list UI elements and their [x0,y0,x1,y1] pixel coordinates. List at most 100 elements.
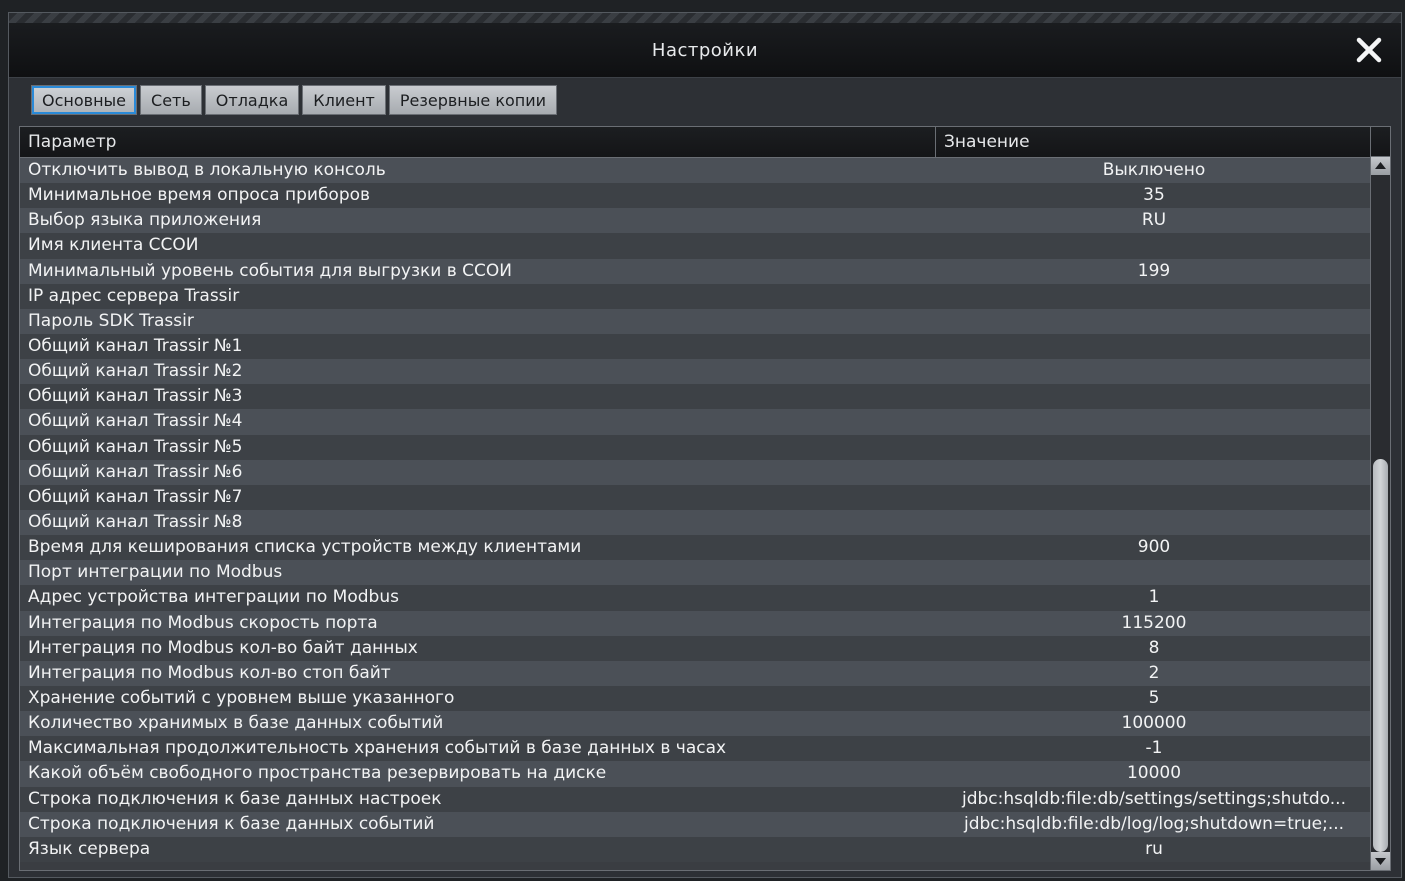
table-row[interactable]: IP адрес сервера Trassir [20,283,1372,309]
value-cell[interactable] [936,384,1372,409]
tab-2[interactable]: Отладка [204,85,300,115]
table-row[interactable]: Общий канал Trassir №4 [20,409,1372,435]
param-cell: Количество хранимых в базе данных событи… [28,713,444,734]
table-row[interactable]: Строка подключения к базе данных событий… [20,811,1372,837]
param-cell: Хранение событий с уровнем выше указанно… [28,687,455,708]
param-cell: Строка подключения к базе данных событий [28,813,435,834]
value-cell[interactable]: RU [936,208,1372,233]
tab-3[interactable]: Клиент [302,85,386,115]
table-row[interactable]: Время для кеширования списка устройств м… [20,535,1372,561]
param-cell: Минимальное время опроса приборов [28,185,371,206]
table-row[interactable]: Интеграция по Modbus кол-во байт данных 8 [20,635,1372,661]
param-cell: Какой объём свободного пространства резе… [28,763,607,784]
table-row[interactable]: Общий канал Trassir №2 [20,359,1372,385]
table-row[interactable]: Общий канал Trassir №6 [20,459,1372,485]
table-row[interactable]: Пароль SDK Trassir [20,308,1372,334]
value-cell[interactable]: 5 [936,686,1372,711]
close-icon[interactable] [1351,32,1387,68]
table-row[interactable]: Выбор языка приложения RU [20,208,1372,234]
table-row[interactable]: Какой объём свободного пространства резе… [20,761,1372,787]
value-cell[interactable] [936,510,1372,535]
arrow-up-icon[interactable] [1371,157,1390,175]
table-row[interactable]: Минимальное время опроса приборов 35 [20,183,1372,209]
table-header: Параметр Значение [20,127,1372,158]
table-row[interactable]: Порт интеграции по Modbus [20,560,1372,586]
table-row[interactable]: Минимальный уровень события для выгрузки… [20,258,1372,284]
value-cell[interactable]: 2 [936,661,1372,686]
table-row[interactable]: Общий канал Trassir №5 [20,434,1372,460]
value-cell[interactable]: Выключено [936,158,1372,183]
table-row[interactable]: Адрес устройства интеграции по Modbus 1 [20,585,1372,611]
table-body: Отключить вывод в локальную консоль Выклю… [20,158,1372,870]
value-cell[interactable]: -1 [936,736,1372,761]
param-cell: Интеграция по Modbus кол-во стоп байт [28,662,391,683]
param-cell: Общий канал Trassir №7 [28,486,243,507]
value-cell[interactable]: 100000 [936,711,1372,736]
table-row[interactable]: Общий канал Trassir №8 [20,509,1372,536]
value-cell[interactable]: 10000 [936,761,1372,786]
param-cell: Порт интеграции по Modbus [28,562,283,583]
value-cell[interactable] [936,409,1372,434]
tab-4[interactable]: Резервные копии [388,85,558,115]
value-cell[interactable] [936,284,1372,309]
value-cell[interactable] [936,435,1372,460]
param-cell: Адрес устройства интеграции по Modbus [28,587,399,608]
settings-table: Параметр Значение Отключить вывод в лока… [19,126,1391,871]
value-cell[interactable] [936,560,1372,585]
table-row[interactable]: Интеграция по Modbus кол-во стоп байт 2 [20,660,1372,686]
value-cell[interactable]: jdbc:hsqldb:file:db/settings/settings;sh… [936,787,1372,812]
param-cell: Общий канал Trassir №6 [28,461,243,482]
value-cell[interactable]: 199 [936,259,1372,284]
param-cell: Общий канал Trassir №1 [28,335,243,356]
scrollbar-track[interactable] [1371,175,1390,852]
value-cell[interactable]: 1 [936,585,1372,610]
param-cell: Интеграция по Modbus скорость порта [28,612,378,633]
value-cell[interactable]: 35 [936,183,1372,208]
param-cell: Отключить вывод в локальную консоль [28,160,386,180]
table-row[interactable]: Строка подключения к базе данных настрое… [20,786,1372,812]
value-cell[interactable] [936,233,1372,258]
vertical-scrollbar[interactable] [1370,157,1390,870]
param-cell: Общий канал Trassir №2 [28,361,243,382]
tab-0[interactable]: Основные [31,85,138,115]
value-cell[interactable]: 115200 [936,611,1372,636]
param-cell: Интеграция по Modbus кол-во байт данных [28,637,418,658]
table-row[interactable]: Общий канал Trassir №3 [20,384,1372,410]
column-header-value[interactable]: Значение [936,127,1372,157]
param-cell: Язык сервера [28,838,151,859]
table-row[interactable]: Имя клиента ССОИ [20,233,1372,259]
arrow-down-icon[interactable] [1371,852,1390,870]
value-cell[interactable]: 8 [936,636,1372,661]
title-bar: Настройки [9,23,1401,78]
param-cell: Общий канал Trassir №5 [28,436,243,457]
table-row[interactable]: Язык сервера ru [20,836,1372,862]
tab-bar: Основные Сеть Отладка Клиент Резервные копии [31,83,558,117]
header-corner [1370,127,1390,157]
table-row[interactable]: Общий канал Trassir №7 [20,484,1372,510]
param-cell: Минимальный уровень события для выгрузки… [28,260,512,281]
value-cell[interactable] [936,460,1372,485]
scrollbar-thumb[interactable] [1373,459,1388,852]
table-row[interactable]: Общий канал Trassir №1 [20,333,1372,360]
table-row[interactable]: Максимальная продолжительность хранения … [20,736,1372,762]
table-row[interactable]: Хранение событий с уровнем выше указанно… [20,685,1372,712]
tab-1[interactable]: Сеть [140,85,202,115]
value-cell[interactable] [936,334,1372,359]
table-row[interactable]: Количество хранимых в базе данных событи… [20,711,1372,737]
param-cell: Имя клиента ССОИ [28,235,199,256]
param-cell: Максимальная продолжительность хранения … [28,738,727,759]
param-cell: Общий канал Trassir №4 [28,411,243,432]
value-cell[interactable]: ru [936,837,1372,862]
param-cell: Общий канал Trassir №8 [28,511,243,532]
value-cell[interactable]: jdbc:hsqldb:file:db/log/log;shutdown=tru… [936,812,1372,837]
table-row[interactable]: Отключить вывод в локальную консоль Выклю… [20,158,1372,184]
table-row[interactable]: Интеграция по Modbus скорость порта 11520… [20,610,1372,636]
value-cell[interactable]: 900 [936,535,1372,560]
column-header-param[interactable]: Параметр [20,127,936,157]
value-cell[interactable] [936,309,1372,334]
settings-window: Настройки Основные Сеть Отладка Клиент Резер… [8,12,1402,878]
param-cell: Выбор языка приложения [28,210,262,231]
value-cell[interactable] [936,485,1372,510]
param-cell: Время для кеширования списка устройств м… [28,537,582,558]
value-cell[interactable] [936,359,1372,384]
